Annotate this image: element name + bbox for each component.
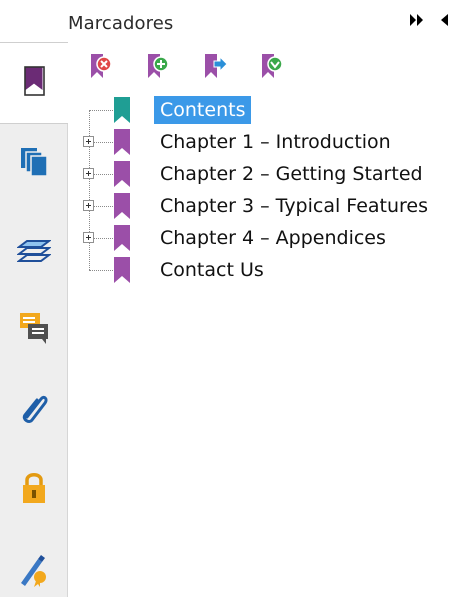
expand-icon[interactable] [83,168,94,179]
attachments-tab[interactable] [12,388,56,432]
bookmark-icon [113,193,131,219]
bookmark-icon [113,257,131,283]
collapse-bookmark-icon [259,54,287,86]
signature-icon [18,553,50,591]
tree-item-label[interactable]: Chapter 4 – Appendices [154,224,392,252]
add-bookmark-button[interactable] [145,52,173,82]
signatures-tab[interactable] [12,550,56,594]
tree-item-contents[interactable]: Contents [68,94,453,126]
tree-item-chapter-2[interactable]: Chapter 2 – Getting Started [68,158,453,190]
tree-item-label[interactable]: Chapter 1 – Introduction [154,128,397,156]
delete-bookmark-button[interactable] [88,52,116,82]
move-bookmark-icon [202,54,230,86]
expand-icon[interactable] [83,136,94,147]
tree-item-chapter-1[interactable]: Chapter 1 – Introduction [68,126,453,158]
bookmarks-tab[interactable] [0,42,69,124]
pages-icon [19,146,49,182]
security-tab[interactable] [12,468,56,512]
expand-icon[interactable] [83,200,94,211]
bookmark-teal-icon [113,97,131,123]
comments-tab[interactable] [12,308,56,352]
panel-title: Marcadores [68,13,174,34]
panel-header: Marcadores [0,0,453,42]
tree-item-label[interactable]: Contents [154,96,252,124]
tree-item-contact-us[interactable]: Contact Us [68,254,453,286]
panel-tab-rail [0,42,69,597]
tree-item-chapter-4[interactable]: Chapter 4 – Appendices [68,222,453,254]
add-bookmark-icon [145,54,173,86]
bookmark-icon [113,225,131,251]
tree-item-label[interactable]: Chapter 2 – Getting Started [154,160,429,188]
tree-item-chapter-3[interactable]: Chapter 3 – Typical Features [68,190,453,222]
move-bookmark-button[interactable] [202,52,230,82]
delete-bookmark-icon [88,54,116,86]
bookmark-icon [22,65,48,101]
bookmark-icon [113,129,131,155]
comments-icon [18,311,50,349]
arrow-left-icon[interactable] [440,14,448,30]
tree-item-label[interactable]: Chapter 3 – Typical Features [154,192,434,220]
bookmarks-panel: Contents Chapter 1 – Introduction Chapte… [68,42,453,597]
bookmark-icon [113,161,131,187]
double-arrow-right-icon[interactable] [410,14,424,30]
layers-tab[interactable] [12,228,56,272]
expand-icon[interactable] [83,232,94,243]
bookmark-toolbar [88,52,287,86]
lock-icon [19,470,49,510]
paperclip-icon [19,391,49,429]
tree-item-label[interactable]: Contact Us [154,256,270,284]
pages-tab[interactable] [12,142,56,186]
collapse-bookmark-button[interactable] [259,52,287,82]
layers-icon [16,232,52,268]
